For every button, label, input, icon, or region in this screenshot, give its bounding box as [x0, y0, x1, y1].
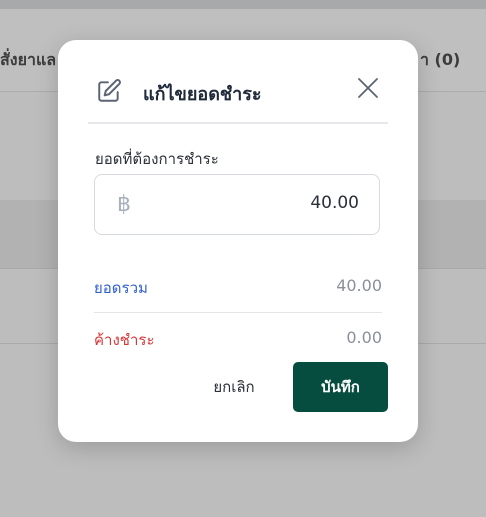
cancel-button[interactable]: ยกเลิก	[194, 363, 274, 411]
baht-currency-icon: ฿	[117, 192, 131, 217]
outstanding-row: ค้างชำระ 0.00	[94, 326, 382, 350]
edit-icon	[98, 79, 121, 102]
total-row: ยอดรวม 40.00	[94, 274, 382, 313]
edit-payment-dialog: แก้ไขยอดชำระ ยอดที่ต้องการชำระ ฿ 40.00 ย…	[58, 40, 418, 442]
amount-input[interactable]: ฿ 40.00	[94, 174, 380, 235]
outstanding-value: 0.00	[346, 328, 382, 347]
amount-input-value: 40.00	[310, 193, 359, 213]
background-tab-left: สั่งยาแล	[0, 50, 57, 69]
amount-field-label: ยอดที่ต้องการชำระ	[95, 150, 219, 168]
close-icon[interactable]	[356, 76, 380, 100]
total-value: 40.00	[336, 276, 382, 295]
background-top-bar	[0, 0, 486, 9]
save-button[interactable]: บันทึก	[293, 362, 388, 412]
dialog-title: แก้ไขยอดชำระ	[143, 84, 262, 105]
total-label: ยอดรวม	[94, 279, 148, 297]
dialog-header: แก้ไขยอดชำระ	[88, 76, 388, 124]
background-tab-right: า (0)	[420, 50, 461, 69]
outstanding-label: ค้างชำระ	[94, 331, 155, 349]
